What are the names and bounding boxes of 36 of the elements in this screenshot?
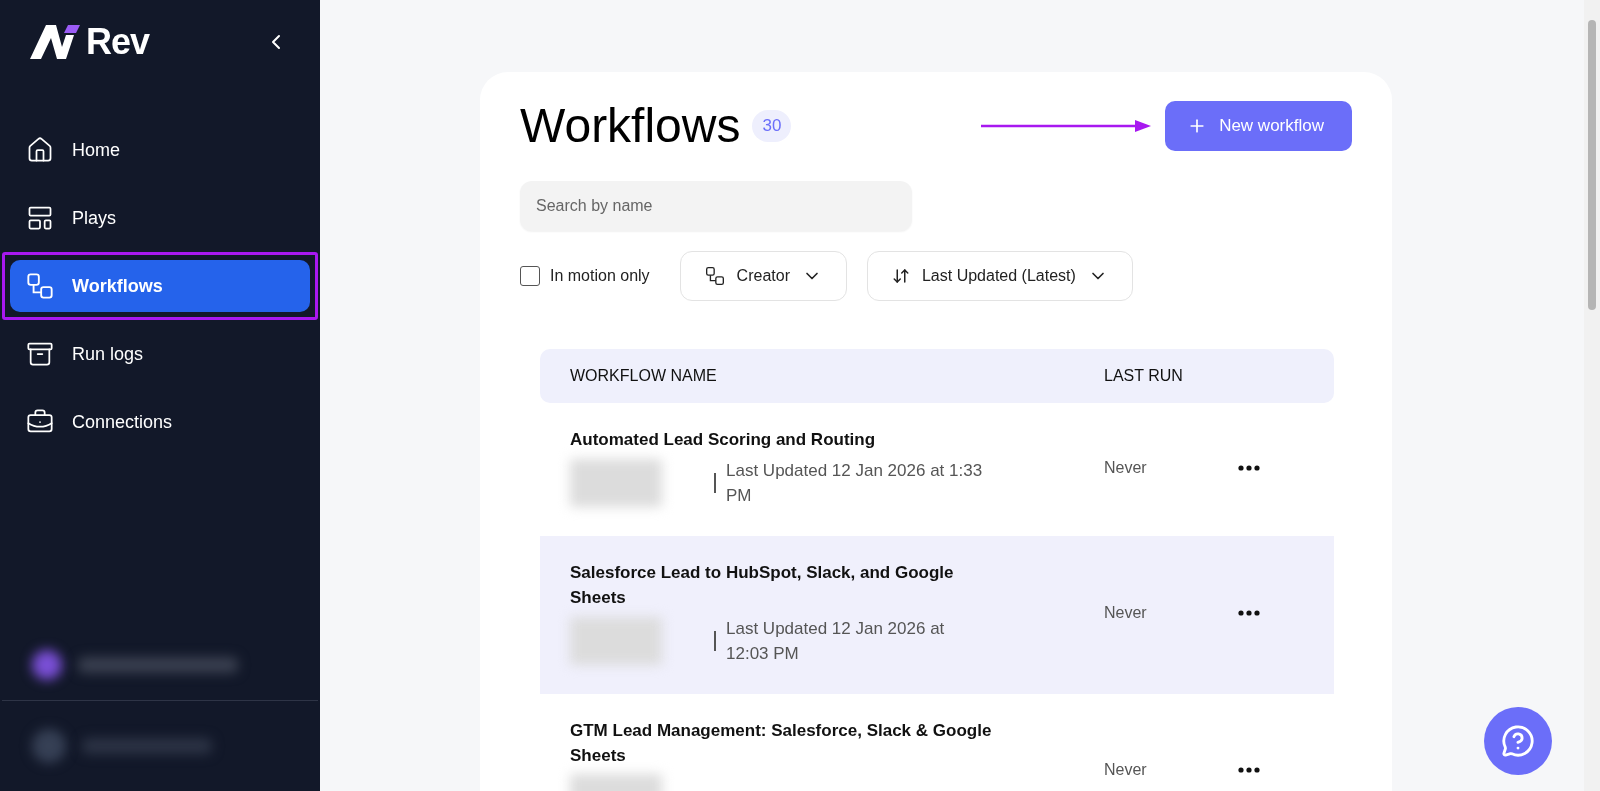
sidebar-item[interactable]: Home — [10, 124, 310, 176]
last-run: Never — [1104, 458, 1148, 477]
last-run: Never — [1104, 604, 1148, 622]
last-run: Never — [1104, 761, 1148, 779]
new-workflow-button[interactable]: New workflow — [1165, 100, 1352, 151]
workflow-name: Automated Lead Scoring and Routing — [570, 429, 877, 451]
count-badge: 30 — [752, 109, 792, 142]
workflow-name: GTM Lead Management: Salesforce, Slack & Google Sheets — [570, 720, 993, 767]
scrollbar[interactable] — [1584, 0, 1600, 791]
sidebar-item[interactable]: Run logs — [10, 328, 310, 380]
logo-text: Rev — [86, 21, 150, 63]
layout-icon — [26, 204, 54, 232]
home-icon — [26, 136, 54, 164]
sort-dropdown[interactable]: Last Updated (Latest) — [866, 251, 1133, 301]
creator-dropdown[interactable]: Creator — [679, 251, 847, 301]
sort-icon — [891, 267, 910, 285]
column-header: LAST RUN — [1104, 367, 1184, 385]
sidebar-item[interactable]: Plays — [10, 192, 310, 244]
last-updated: Last Updated 12 Jan 2026 at 1:33 PM — [726, 460, 984, 507]
more-icon — [1238, 464, 1260, 471]
page-title: Workflows — [520, 98, 741, 153]
table-row[interactable]: Salesforce Lead to HubSpot, Slack, and Google Sheets Last Updated 12 Jan 2026 at 12:03 PM Never — [540, 536, 1334, 694]
sidebar-item[interactable]: Workflows — [10, 260, 310, 312]
more-icon — [1238, 767, 1260, 773]
workflow-icon — [26, 272, 54, 300]
logo-icon — [30, 25, 80, 59]
search-field[interactable]: Search by name — [520, 181, 912, 231]
help-icon — [1501, 724, 1535, 758]
workflow-name: Salesforce Lead to HubSpot, Slack, and Google Sheets — [570, 562, 955, 609]
sidebar-item[interactable]: Connections — [10, 396, 310, 448]
workflow-icon — [704, 266, 725, 286]
in-motion-checkbox[interactable]: In motion only — [520, 266, 650, 286]
more-icon — [1238, 610, 1260, 616]
column-header: WORKFLOW NAME — [570, 367, 718, 385]
archive-icon — [26, 340, 54, 368]
last-updated: Last Updated 12 Jan 2026 at 12:03 PM — [726, 618, 946, 665]
